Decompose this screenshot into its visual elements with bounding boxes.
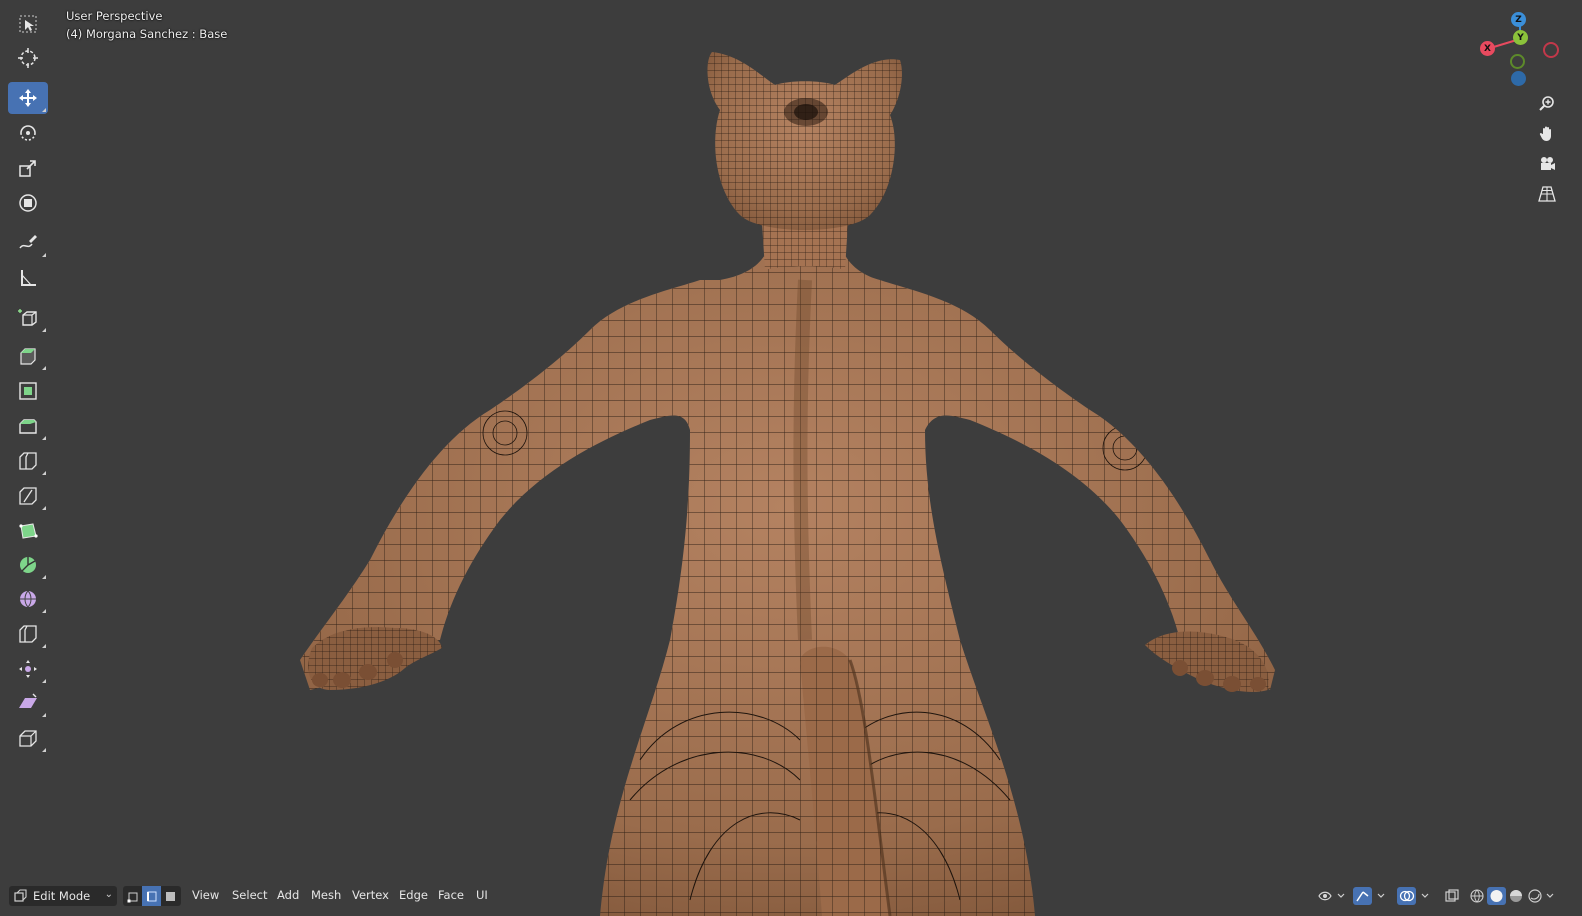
vertex-select-icon — [127, 892, 138, 902]
shrink-fatten-tool[interactable] — [8, 653, 48, 685]
face-select-icon — [166, 891, 175, 901]
zoom-in-icon — [1539, 96, 1554, 111]
edge-select-button[interactable] — [142, 886, 161, 906]
mode-dropdown[interactable]: Edit Mode ⌄ — [9, 886, 117, 906]
eye-icon — [1318, 891, 1345, 901]
extrude-tool[interactable] — [8, 340, 48, 372]
hand-icon — [1539, 126, 1551, 141]
gizmo-z-axis[interactable]: Z — [1511, 12, 1526, 27]
select-box-icon — [19, 15, 37, 33]
loop-cut-tool[interactable] — [8, 445, 48, 477]
add-cube-icon — [18, 309, 37, 326]
shrink-fatten-icon — [19, 660, 37, 678]
extrude-icon — [20, 348, 36, 365]
bevel-icon — [19, 419, 37, 434]
shading-icons — [1470, 887, 1554, 905]
select-box-tool[interactable] — [8, 8, 48, 40]
gizmo-neg-x-axis[interactable] — [1543, 42, 1559, 58]
chevron-down-icon: ⌄ — [104, 889, 113, 900]
cursor-icon — [18, 48, 38, 68]
mode-label: Edit Mode — [33, 889, 91, 903]
poly-build-icon — [19, 523, 38, 539]
menu-mesh[interactable]: Mesh — [311, 888, 341, 902]
loop-cut-icon — [19, 452, 37, 470]
3d-viewport[interactable]: User Perspective (4) Morgana Sanchez : B… — [0, 0, 1582, 916]
rip-region-icon — [19, 730, 37, 747]
xray-toggle[interactable] — [1442, 886, 1462, 906]
character-mesh[interactable] — [0, 0, 1582, 916]
menu-view[interactable]: View — [192, 888, 219, 902]
perspective-toggle-button[interactable] — [1533, 180, 1561, 208]
viewport-object-label: (4) Morgana Sanchez : Base — [66, 27, 228, 41]
xray-icon — [1445, 889, 1459, 902]
face-select-button[interactable] — [161, 886, 180, 906]
overlays-icon — [1397, 887, 1429, 905]
shear-tool[interactable] — [8, 687, 48, 719]
gizmo-neg-y-axis[interactable] — [1510, 54, 1525, 69]
edge-slide-tool[interactable] — [8, 618, 48, 650]
menu-vertex[interactable]: Vertex — [352, 888, 389, 902]
shading-mode-group — [1466, 886, 1562, 906]
move-tool[interactable] — [8, 82, 48, 114]
menu-edge[interactable]: Edge — [399, 888, 428, 902]
menu-face[interactable]: Face — [438, 888, 464, 902]
menu-add[interactable]: Add — [277, 888, 299, 902]
vertex-select-button[interactable] — [123, 886, 142, 906]
gizmo-icon — [1353, 887, 1385, 905]
scale-tool[interactable] — [8, 152, 48, 184]
annotate-tool[interactable] — [8, 227, 48, 259]
camera-view-button[interactable] — [1533, 150, 1561, 178]
grid-icon — [1538, 186, 1556, 202]
menu-uv[interactable]: UI — [476, 888, 488, 902]
rip-region-tool[interactable] — [8, 722, 48, 754]
measure-icon — [21, 270, 36, 286]
knife-icon — [19, 487, 37, 505]
edge-select-icon — [147, 891, 157, 901]
camera-icon — [1541, 157, 1555, 170]
poly-build-tool[interactable] — [8, 515, 48, 547]
scale-icon — [19, 160, 36, 177]
bevel-tool[interactable] — [8, 410, 48, 442]
smooth-tool[interactable] — [8, 583, 48, 615]
transform-icon — [19, 194, 37, 212]
gizmo-x-axis[interactable]: X — [1480, 41, 1495, 56]
visibility-dropdown[interactable] — [1316, 886, 1348, 906]
navigation-gizmo[interactable]: Z Y X — [1476, 8, 1566, 93]
zoom-button[interactable] — [1533, 90, 1561, 118]
spin-icon — [20, 557, 36, 573]
gizmo-y-axis[interactable]: Y — [1513, 30, 1528, 45]
measure-tool[interactable] — [8, 262, 48, 294]
smooth-icon — [20, 590, 36, 608]
viewport-header: Edit Mode ⌄ View Select Add Mesh Vertex … — [0, 884, 1582, 910]
move-icon — [19, 89, 37, 107]
edit-mode-icon — [14, 889, 27, 902]
overlays-toggle[interactable] — [1396, 886, 1434, 906]
add-cube-tool[interactable] — [8, 302, 48, 334]
rotate-icon — [20, 125, 36, 141]
gizmo-neg-z-axis[interactable] — [1511, 71, 1526, 86]
transform-tool[interactable] — [8, 187, 48, 219]
pan-button[interactable] — [1533, 120, 1561, 148]
knife-tool[interactable] — [8, 480, 48, 512]
cursor-tool[interactable] — [8, 42, 48, 74]
inset-tool[interactable] — [8, 375, 48, 407]
annotate-icon — [19, 235, 37, 249]
gizmo-toggle[interactable] — [1352, 886, 1390, 906]
shear-icon — [19, 693, 37, 708]
select-mode-group — [123, 886, 181, 906]
viewport-perspective-label: User Perspective — [66, 9, 163, 23]
rotate-tool[interactable] — [8, 117, 48, 149]
inset-icon — [19, 382, 37, 400]
menu-select[interactable]: Select — [232, 888, 267, 902]
spin-tool[interactable] — [8, 549, 48, 581]
edge-slide-icon — [19, 625, 37, 643]
